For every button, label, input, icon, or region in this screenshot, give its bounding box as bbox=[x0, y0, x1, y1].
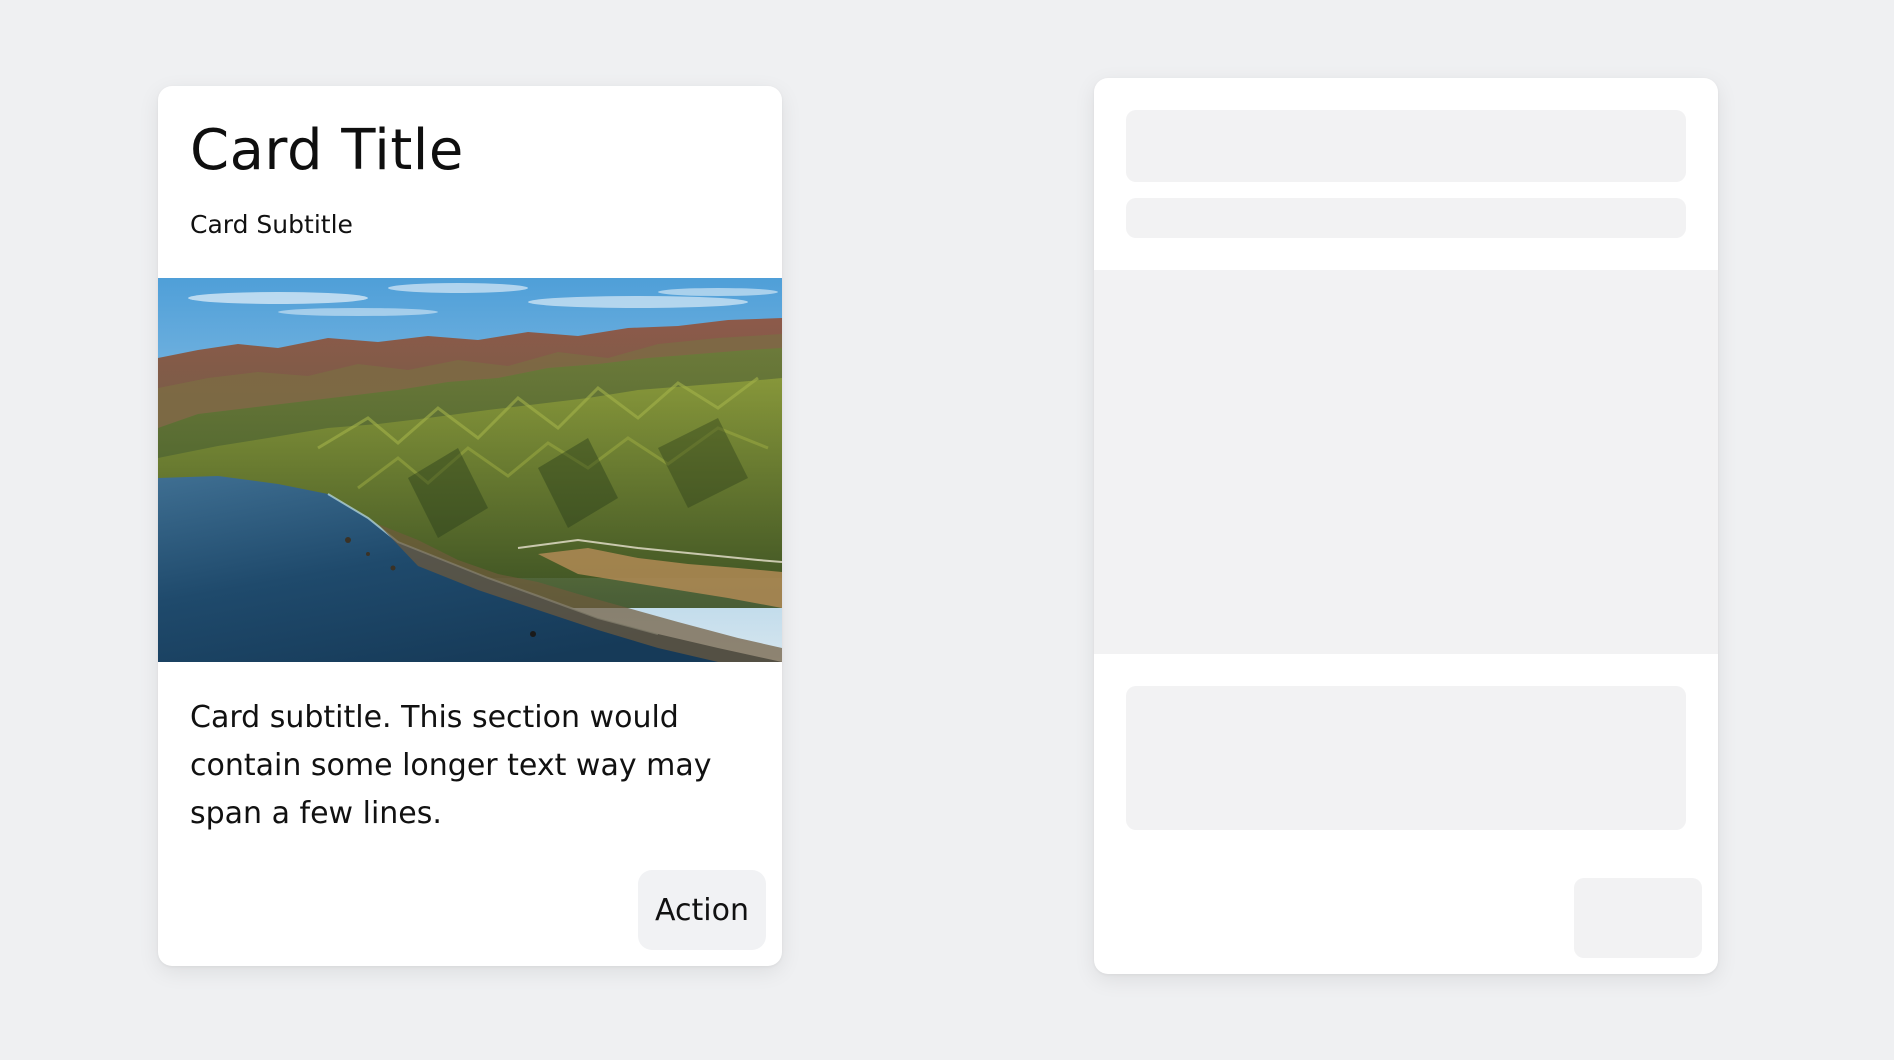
content-card: Card Title Card Subtitle Card subtitle. … bbox=[158, 86, 782, 966]
card-title: Card Title bbox=[190, 118, 464, 183]
card-subtitle: Card Subtitle bbox=[190, 210, 353, 239]
skeleton-body-placeholder bbox=[1126, 686, 1686, 830]
action-button[interactable]: Action bbox=[638, 870, 766, 950]
card-image bbox=[158, 278, 782, 662]
skeleton-image-placeholder bbox=[1094, 270, 1718, 654]
skeleton-subtitle-placeholder bbox=[1126, 198, 1686, 238]
card-body-text: Card subtitle. This section would contai… bbox=[190, 700, 712, 831]
skeleton-title-placeholder bbox=[1126, 110, 1686, 182]
skeleton-card bbox=[1094, 78, 1718, 974]
skeleton-action-placeholder bbox=[1574, 878, 1702, 958]
